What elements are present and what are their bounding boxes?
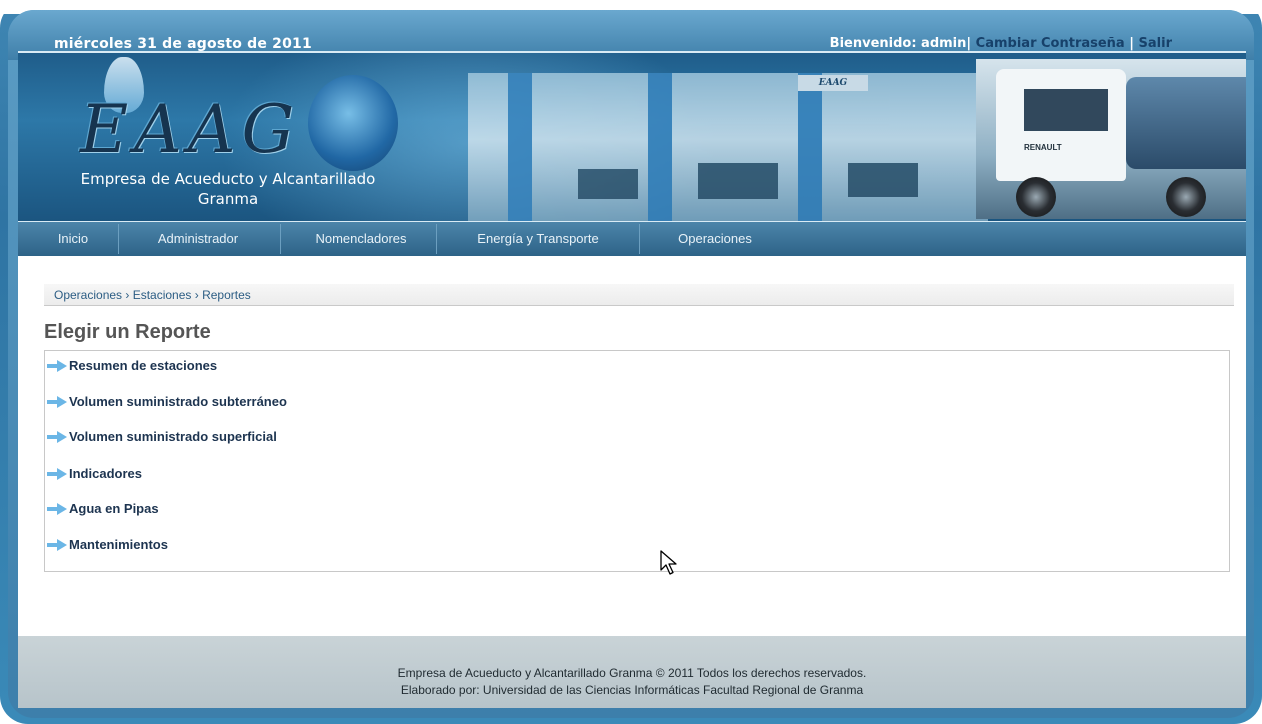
nav-item-energia-transporte[interactable]: Energía y Transporte	[448, 222, 628, 256]
welcome-text: Bienvenido: admin|	[829, 36, 972, 51]
link-separator: |	[1129, 36, 1134, 51]
change-password-link[interactable]: Cambiar Contraseña	[976, 36, 1125, 51]
current-date: miércoles 31 de agosto de 2011	[54, 36, 312, 52]
logout-link[interactable]: Salir	[1139, 36, 1172, 51]
nav-divider	[436, 224, 437, 254]
building-column	[798, 73, 822, 221]
report-link-indicadores[interactable]: Indicadores	[47, 464, 142, 484]
footer-credits: Elaborado por: Universidad de las Cienci…	[400, 683, 864, 697]
nav-item-inicio[interactable]: Inicio	[38, 222, 108, 256]
breadcrumb[interactable]: Operaciones › Estaciones › Reportes	[44, 284, 1234, 306]
truck-windshield	[1024, 89, 1108, 131]
report-label: Volumen suministrado superficial	[69, 429, 277, 444]
arrow-right-icon	[47, 431, 67, 443]
nav-item-nomencladores[interactable]: Nomencladores	[286, 222, 436, 256]
truck-tank	[1126, 77, 1246, 169]
tanker-truck-photo: RENAULT	[976, 59, 1246, 219]
report-link-resumen-estaciones[interactable]: Resumen de estaciones	[47, 356, 217, 376]
truck-brand: RENAULT	[1024, 143, 1062, 152]
company-logo[interactable]: EAAG	[80, 91, 300, 168]
main-nav: Inicio Administrador Nomencladores Energ…	[18, 222, 1246, 256]
mouse-pointer-icon	[660, 550, 677, 575]
header-banner: EAAG Empresa de Acueducto y Alcantarilla…	[18, 51, 1246, 224]
page-title: Elegir un Reporte	[44, 321, 211, 343]
arrow-right-icon	[47, 468, 67, 480]
report-label: Mantenimientos	[69, 537, 168, 552]
company-name-line2: Granma	[197, 190, 259, 208]
building-column	[648, 73, 672, 221]
truck-wheel	[1166, 177, 1206, 217]
report-label: Agua en Pipas	[69, 501, 159, 516]
building-photo: EAAG	[468, 73, 988, 221]
truck-wheel	[1016, 177, 1056, 217]
report-list: Resumen de estaciones Volumen suministra…	[44, 350, 1230, 572]
arrow-right-icon	[47, 503, 67, 515]
company-name: Empresa de Acueducto y Alcantarillado Gr…	[58, 169, 398, 209]
building-window	[848, 163, 918, 197]
report-link-volumen-superficial[interactable]: Volumen suministrado superficial	[47, 427, 277, 447]
company-name-line1: Empresa de Acueducto y Alcantarillado	[80, 170, 376, 188]
report-label: Resumen de estaciones	[69, 358, 218, 373]
nav-item-operaciones[interactable]: Operaciones	[650, 222, 780, 256]
report-link-mantenimientos[interactable]: Mantenimientos	[47, 535, 168, 555]
user-welcome: Bienvenido: admin| Cambiar Contraseña | …	[830, 36, 1172, 51]
report-label: Indicadores	[69, 466, 142, 481]
building-window	[578, 169, 638, 199]
arrow-right-icon	[47, 539, 67, 551]
report-link-agua-en-pipas[interactable]: Agua en Pipas	[47, 499, 159, 519]
arrow-right-icon	[47, 396, 67, 408]
nav-divider	[639, 224, 640, 254]
arrow-right-icon	[47, 360, 67, 372]
report-label: Volumen suministrado subterráneo	[69, 394, 287, 409]
nav-divider	[280, 224, 281, 254]
nav-item-administrador[interactable]: Administrador	[128, 222, 268, 256]
building-window	[698, 163, 778, 199]
page-footer: Empresa de Acueducto y Alcantarillado Gr…	[18, 636, 1246, 708]
report-link-volumen-subterraneo[interactable]: Volumen suministrado subterráneo	[47, 392, 287, 412]
logo-globe-icon	[308, 75, 398, 171]
footer-copyright: Empresa de Acueducto y Alcantarillado Gr…	[397, 666, 867, 680]
main-content: Operaciones › Estaciones › Reportes Eleg…	[18, 256, 1246, 636]
building-column	[508, 73, 532, 221]
building-sign: EAAG	[798, 75, 868, 91]
nav-divider	[118, 224, 119, 254]
truck-cab: RENAULT	[996, 69, 1126, 181]
